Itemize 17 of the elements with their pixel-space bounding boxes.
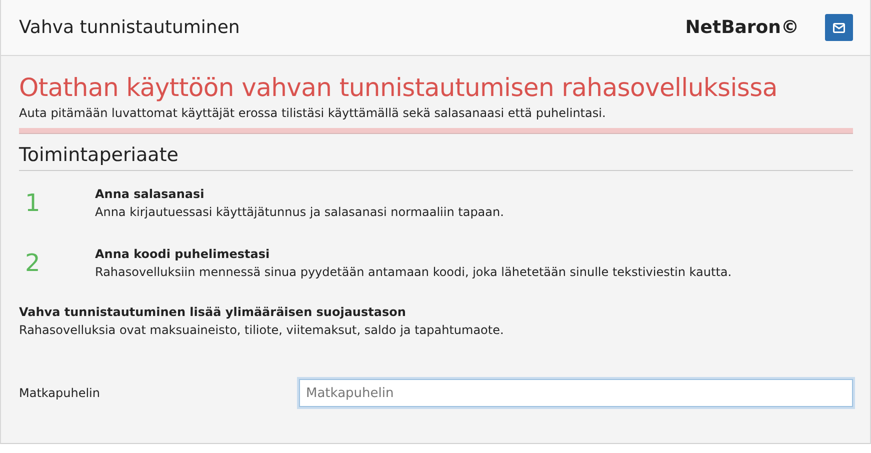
step-number: 2 — [24, 249, 42, 277]
step-title: Anna koodi puhelimestasi — [95, 246, 271, 263]
step-number: 1 — [24, 189, 42, 217]
brand-name: NetBaron© — [685, 17, 799, 38]
phone-input[interactable]: Matkapuhelin — [299, 379, 853, 407]
step-description: Rahasovelluksiin mennessä sinua pyydetään antamaan koodi, joka lähetetään sinulle tekstiviestin kautta. — [95, 264, 732, 281]
page-title: Vahva tunnistautuminen — [19, 17, 241, 38]
step-title: Anna salasanasi — [95, 186, 206, 203]
envelope-icon — [833, 22, 845, 32]
note-text: Rahasovelluksia ovat maksuaineisto, tiliote, viitemaksut, saldo ja tapahtumaote. — [19, 322, 505, 339]
field-label: Matkapuhelin — [19, 386, 101, 400]
note-title: Vahva tunnistautuminen lisää ylimääräisen suojaustason — [19, 304, 407, 321]
intro-text: Auta pitämään luvattomat käyttäjät erossa tilistäsi käyttämällä sekä salasanaasi että puhelintasi. — [19, 106, 607, 120]
section-heading: Toimintaperiaate — [19, 144, 853, 171]
step-description: Anna kirjautuessasi käyttäjätunnus ja salasanasi normaaliin tapaan. — [95, 204, 504, 221]
intro-heading: Otathan käyttöön vahvan tunnistautumisen rahasovelluksissa — [19, 72, 778, 104]
mail-button[interactable] — [825, 14, 853, 41]
